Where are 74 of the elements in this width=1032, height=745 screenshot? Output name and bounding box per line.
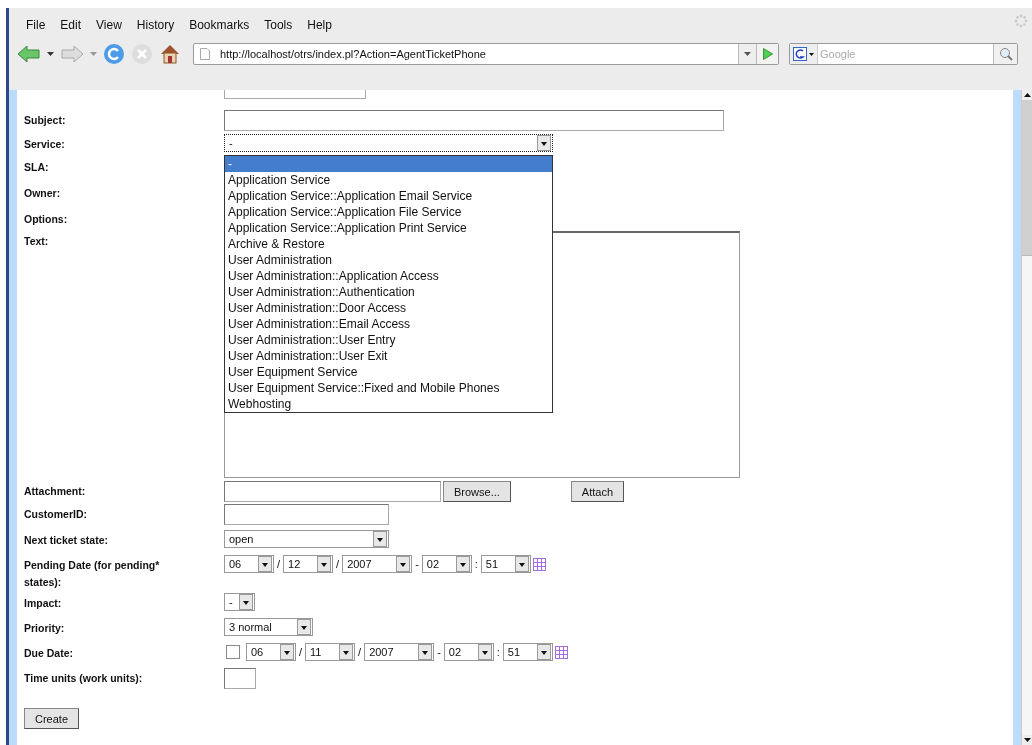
- search-icon[interactable]: [993, 44, 1017, 64]
- date-select[interactable]: 2007: [364, 643, 435, 661]
- browse-button[interactable]: Browse...: [443, 481, 511, 502]
- field-label: Impact:: [24, 596, 63, 611]
- play-icon: [762, 48, 773, 60]
- search-engine-button[interactable]: [790, 44, 818, 64]
- field-label: Next ticket state:: [24, 533, 110, 548]
- date-separator: /: [276, 558, 282, 570]
- date-separator: /: [335, 558, 341, 570]
- date-separator: /: [357, 646, 363, 658]
- dropdown-option[interactable]: -: [225, 156, 552, 172]
- menu-item[interactable]: File: [17, 18, 52, 32]
- field-label: Time units (work units):: [24, 671, 144, 686]
- field-label: Text:: [24, 234, 50, 249]
- field-label: Due Date:: [24, 646, 74, 661]
- date-select[interactable]: 02: [421, 555, 472, 573]
- checkbox[interactable]: [226, 645, 240, 659]
- menu-item[interactable]: Tools: [255, 18, 299, 32]
- text-field[interactable]: [224, 110, 724, 131]
- field-label: Pending Date (for pending* states):: [24, 558, 161, 590]
- scrollbar[interactable]: [1021, 90, 1032, 745]
- field-label: Options:: [24, 212, 69, 227]
- attach-button[interactable]: Attach: [570, 481, 625, 502]
- scroll-up-icon[interactable]: [1022, 90, 1032, 100]
- home-button[interactable]: [159, 43, 181, 65]
- menu-item[interactable]: Edit: [51, 18, 88, 32]
- address-bar[interactable]: http://localhost/otrs/index.pl?Action=AgentTicketPhone: [193, 43, 779, 65]
- history-dropdown-button[interactable]: [738, 44, 756, 64]
- menu-item[interactable]: Bookmarks: [180, 18, 256, 32]
- field-label: Attachment:: [24, 484, 87, 499]
- field-label: Priority:: [24, 621, 66, 636]
- create-button[interactable]: Create: [24, 708, 80, 729]
- menu-item[interactable]: Help: [298, 18, 338, 32]
- date-separator: :: [495, 646, 501, 658]
- loading-indicator-icon: [1014, 14, 1028, 28]
- date-select[interactable]: 06: [246, 643, 296, 661]
- back-button[interactable]: [17, 45, 41, 63]
- scrollbar-thumb[interactable]: [1022, 100, 1032, 256]
- text-field[interactable]: [224, 668, 256, 689]
- date-separator: :: [473, 558, 479, 570]
- scroll-down-icon[interactable]: [1022, 735, 1032, 745]
- date-separator: /: [298, 646, 304, 658]
- select-field[interactable]: -: [224, 134, 553, 152]
- select-field[interactable]: 3 normal: [224, 618, 313, 636]
- caret-icon: [744, 52, 751, 56]
- select-field[interactable]: -: [224, 593, 255, 611]
- calendar-icon[interactable]: [532, 557, 546, 571]
- date-select[interactable]: 51: [502, 643, 553, 661]
- date-select[interactable]: 02: [443, 643, 494, 661]
- search-field[interactable]: Google: [789, 43, 1018, 65]
- calendar-icon[interactable]: [554, 645, 568, 659]
- date-select[interactable]: 2007: [342, 555, 413, 573]
- date-select[interactable]: 06: [224, 555, 274, 573]
- go-button[interactable]: [756, 44, 778, 64]
- file-path-field[interactable]: [224, 481, 441, 502]
- field-label: Owner:: [24, 186, 62, 201]
- page-icon: [200, 48, 210, 60]
- select-field[interactable]: open: [224, 530, 389, 548]
- text-field[interactable]: [224, 504, 389, 525]
- reload-button[interactable]: [103, 43, 125, 65]
- date-select[interactable]: 51: [480, 555, 531, 573]
- date-separator: -: [436, 646, 442, 658]
- date-select[interactable]: 11: [305, 643, 356, 661]
- menu-item[interactable]: View: [87, 18, 128, 32]
- field-label: Subject:: [24, 113, 67, 128]
- date-select[interactable]: 12: [283, 555, 334, 573]
- field-label: Service:: [24, 137, 66, 152]
- caret-icon: [809, 52, 814, 56]
- field-label: CustomerID:: [24, 507, 88, 522]
- caret-icon[interactable]: [47, 52, 54, 56]
- letter-g-logo-icon: [793, 47, 807, 61]
- menu-item[interactable]: History: [127, 18, 181, 32]
- date-separator: -: [414, 558, 420, 570]
- field-label: SLA:: [24, 160, 50, 175]
